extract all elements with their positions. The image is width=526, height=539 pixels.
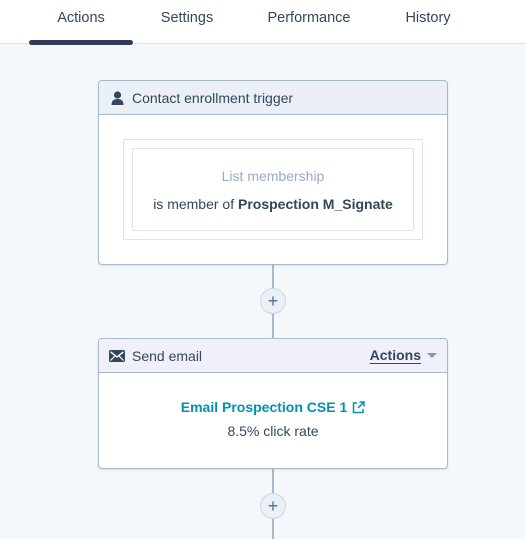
external-link-icon bbox=[352, 400, 365, 414]
email-name-link[interactable]: Email Prospection CSE 1 bbox=[181, 399, 366, 415]
connector-line bbox=[272, 519, 274, 539]
tab-performance[interactable]: Performance bbox=[252, 0, 366, 44]
filter-prefix: is member of bbox=[153, 195, 235, 212]
email-card-title: Send email bbox=[132, 347, 203, 364]
trigger-filter[interactable]: List membership is member of Prospection… bbox=[132, 148, 414, 231]
trigger-filter-box: List membership is member of Prospection… bbox=[123, 139, 423, 240]
tab-performance-label: Performance bbox=[267, 10, 351, 26]
active-tab-indicator bbox=[29, 40, 133, 45]
connector-line bbox=[272, 265, 274, 288]
filter-value: Prospection M_Signate bbox=[238, 195, 393, 212]
caret-down-icon bbox=[427, 352, 437, 358]
tab-history[interactable]: History bbox=[390, 0, 466, 44]
enrollment-trigger-card[interactable]: Contact enrollment trigger List membersh… bbox=[98, 80, 448, 265]
actions-dropdown[interactable]: Actions bbox=[370, 347, 437, 363]
plus-icon: + bbox=[267, 291, 279, 311]
envelope-icon bbox=[109, 348, 125, 364]
click-rate: 8.5% click rate bbox=[227, 423, 319, 439]
send-email-card[interactable]: Send email Actions Email Prospection CSE… bbox=[98, 338, 448, 469]
person-icon bbox=[109, 90, 125, 106]
filter-condition: is member of Prospection M_Signate bbox=[153, 196, 393, 212]
filter-title: List membership bbox=[221, 167, 325, 184]
connector-line bbox=[272, 469, 274, 493]
tab-settings[interactable]: Settings bbox=[146, 0, 228, 44]
plus-icon: + bbox=[267, 496, 279, 516]
actions-dropdown-label: Actions bbox=[369, 347, 421, 363]
tab-actions-label: Actions bbox=[57, 10, 105, 26]
tab-bar: Actions Settings Performance History bbox=[0, 0, 526, 45]
trigger-card-header: Contact enrollment trigger bbox=[99, 81, 447, 115]
add-action-button[interactable]: + bbox=[260, 493, 286, 519]
email-name: Email Prospection CSE 1 bbox=[180, 399, 348, 415]
tab-history-label: History bbox=[405, 10, 451, 26]
tab-settings-label: Settings bbox=[160, 10, 214, 26]
add-action-button[interactable]: + bbox=[260, 288, 286, 314]
trigger-title: Contact enrollment trigger bbox=[132, 89, 294, 106]
connector-line bbox=[272, 314, 274, 338]
tab-actions[interactable]: Actions bbox=[29, 0, 133, 44]
email-card-body: Email Prospection CSE 1 8.5% click rate bbox=[99, 373, 447, 439]
